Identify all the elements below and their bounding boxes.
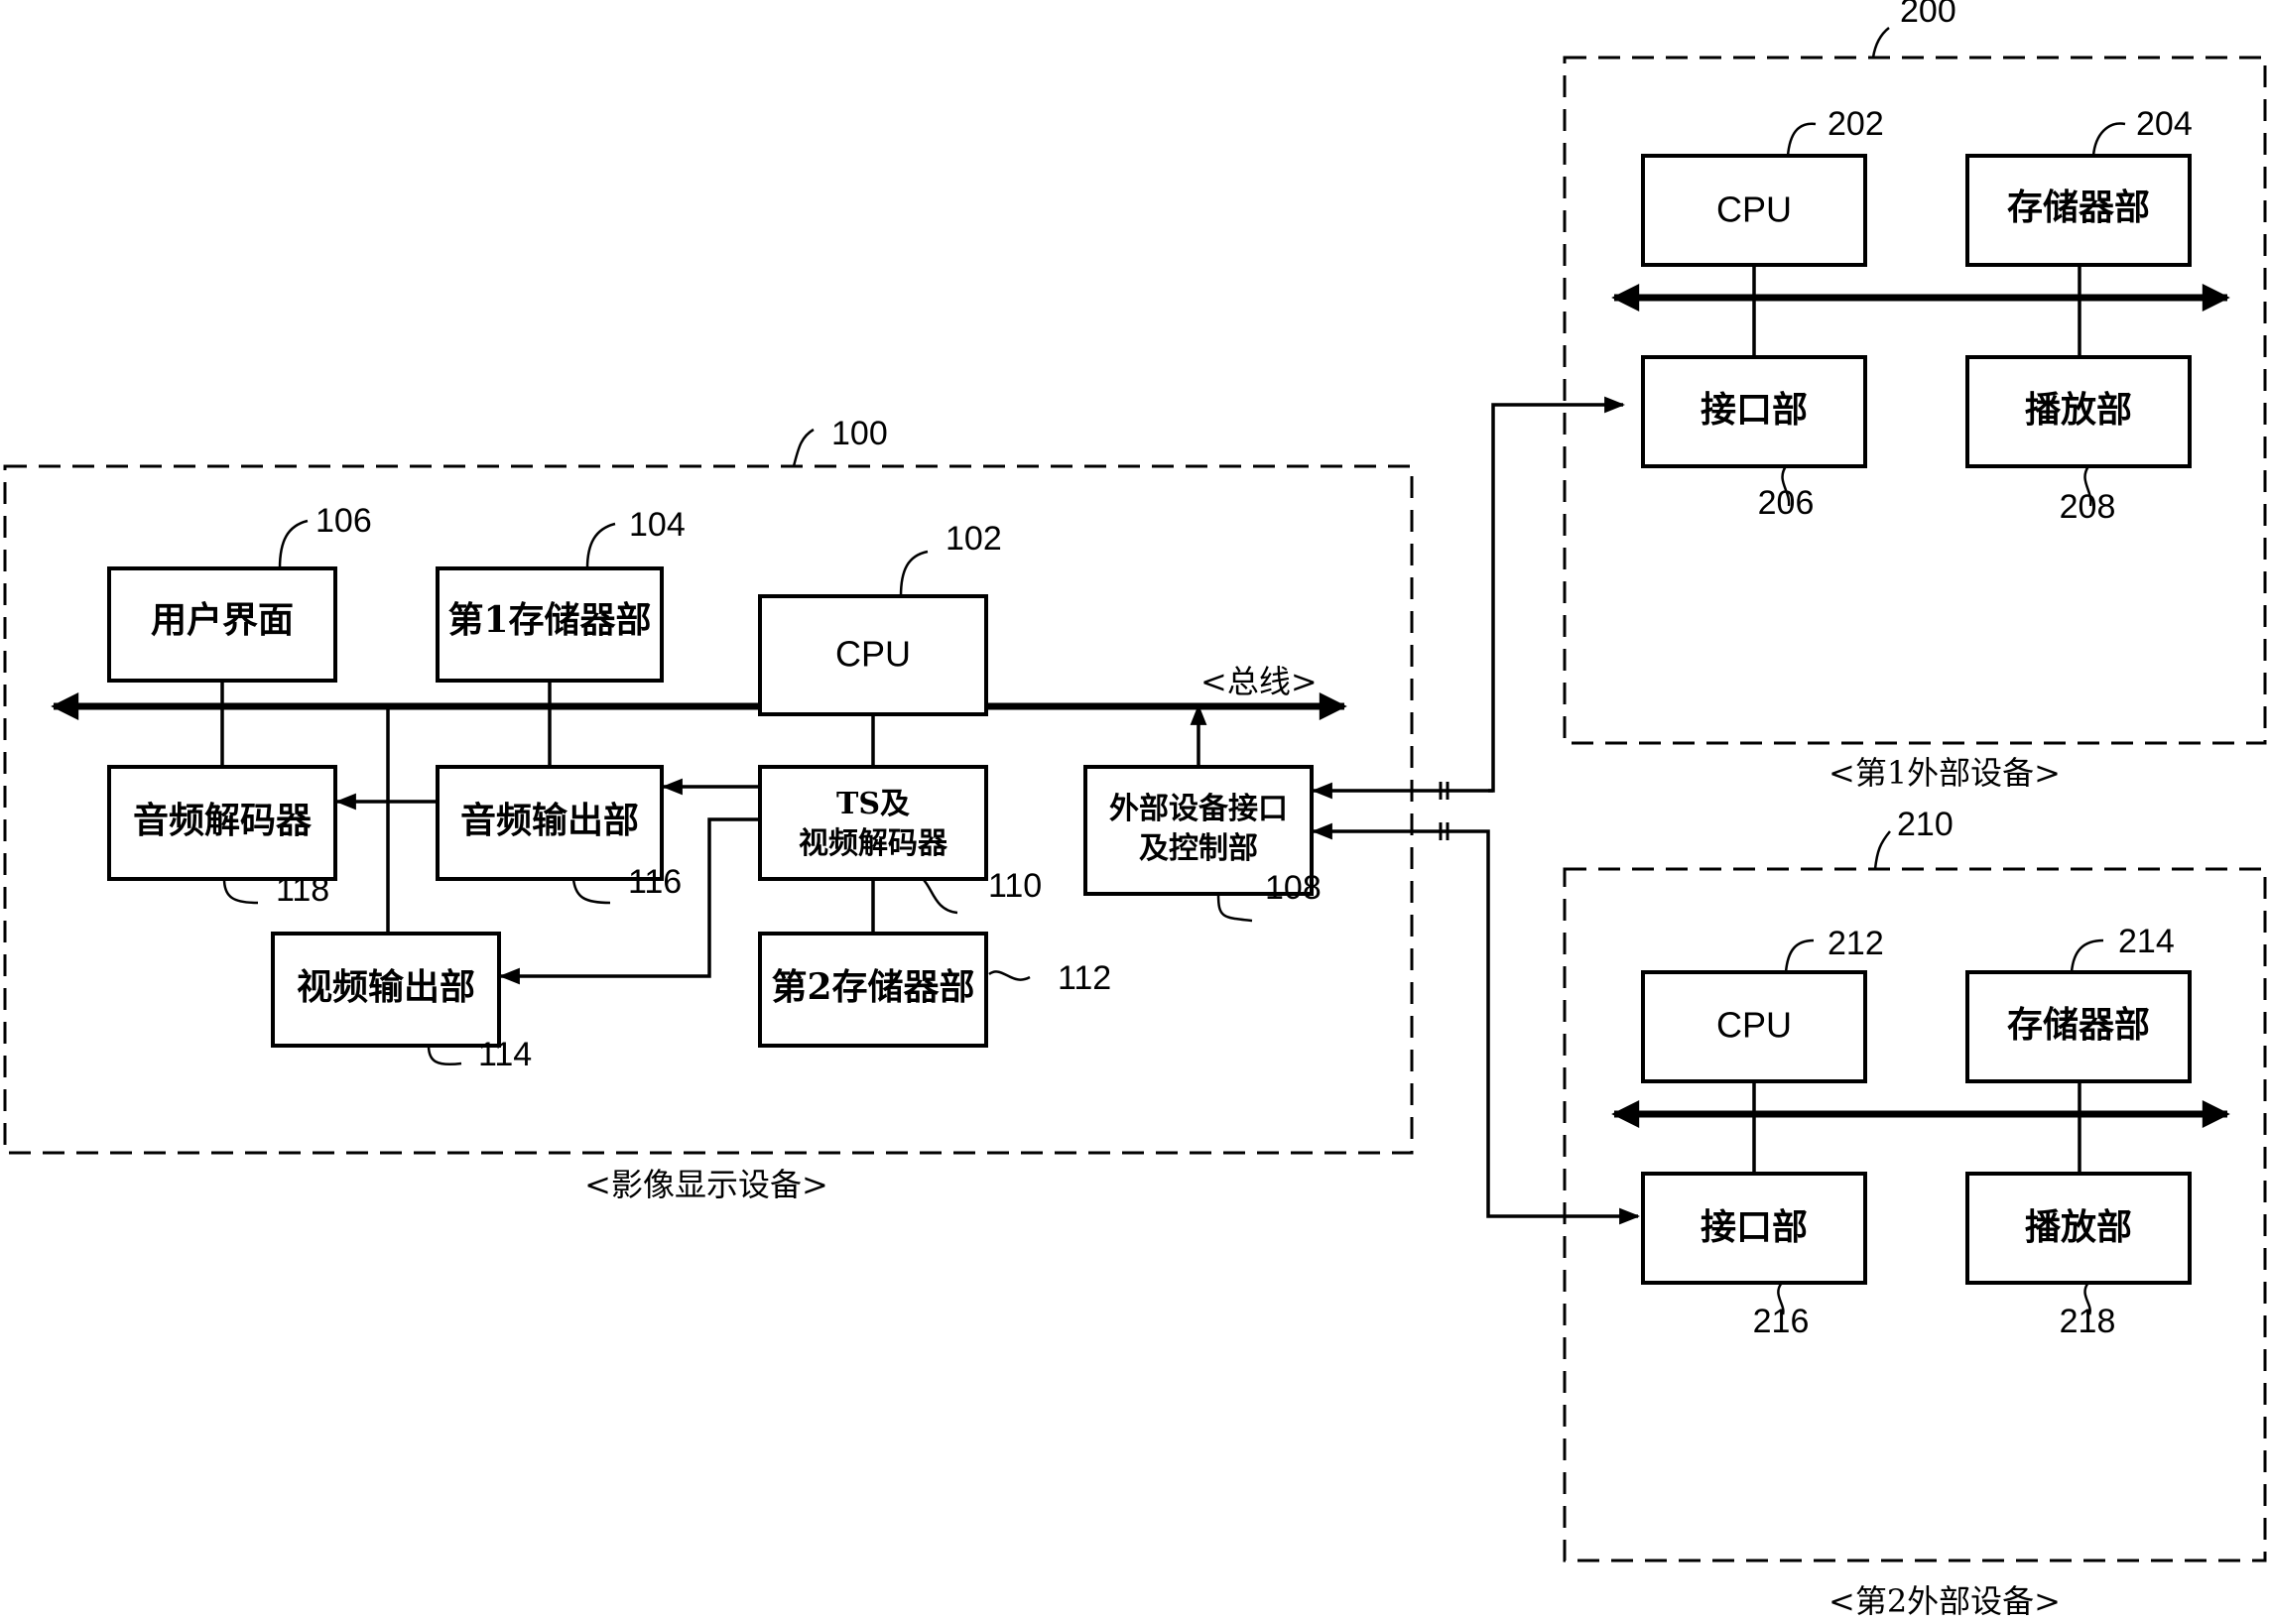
ref-212: 212 xyxy=(1828,925,1884,962)
external-device-1-caption: <第1外部设备> xyxy=(1828,754,2061,792)
ref-leader xyxy=(585,522,616,569)
ext2-storage-label: 存储器部 xyxy=(2007,1004,2150,1046)
ref-leader xyxy=(427,1045,462,1065)
ref-112: 112 xyxy=(1058,959,1111,997)
ref-leader xyxy=(278,519,309,569)
ext1-storage-label: 存储器部 xyxy=(2007,187,2150,228)
ext1-interface-label: 接口部 xyxy=(1701,389,1808,431)
ref-210: 210 xyxy=(1897,806,1954,843)
ref-leader xyxy=(1873,830,1891,870)
external-device-2-caption: <第2外部设备> xyxy=(1828,1582,2061,1620)
cpu-label: CPU xyxy=(835,634,911,675)
bus-label: <总线> xyxy=(1200,663,1318,700)
ts-video-decoder-label-line1: TS及 xyxy=(836,787,910,821)
ts-video-decoder-label-line2: 视频解码器 xyxy=(799,826,948,861)
ref-216: 216 xyxy=(1753,1303,1810,1340)
ref-leader xyxy=(792,428,815,467)
ref-leader xyxy=(222,878,259,905)
external-device-2: 210 CPU 212 存储器部 214 接口部 216 播放部 218 <第2… xyxy=(1563,806,2267,1620)
main-device-caption: <影像显示设备> xyxy=(584,1166,828,1203)
ref-200: 200 xyxy=(1900,0,1956,30)
ts-video-decoder-block xyxy=(758,765,988,881)
ref-116: 116 xyxy=(628,863,682,901)
ext-interface-label-line2: 及控制部 xyxy=(1139,831,1258,866)
ref-leader xyxy=(1871,27,1890,59)
ref-102: 102 xyxy=(945,520,1002,558)
ref-110: 110 xyxy=(988,867,1042,905)
ref-leader xyxy=(1786,122,1817,157)
ext1-bus-connections xyxy=(1752,265,2081,357)
ref-208: 208 xyxy=(2060,488,2116,526)
user-interface-label: 用户界面 xyxy=(151,599,294,641)
ref-leader xyxy=(988,970,1031,981)
ref-214: 214 xyxy=(2118,923,2175,960)
block-diagram: 100 <总线> 用户界面 106 第1存储器部 104 CPU 102 音频解… xyxy=(3,0,2267,1620)
external-device-1: 200 CPU 202 存储器部 204 接口部 206 播放部 208 <第1… xyxy=(1563,0,2267,792)
ext-interface-label-line1: 外部设备接口 xyxy=(1109,792,1288,826)
ref-206: 206 xyxy=(1758,484,1815,522)
ref-118: 118 xyxy=(276,871,329,909)
audio-output-label: 音频输出部 xyxy=(460,800,639,841)
ref-leader xyxy=(1784,938,1815,973)
ref-100: 100 xyxy=(831,415,888,452)
ref-204: 204 xyxy=(2136,105,2193,143)
ref-202: 202 xyxy=(1828,105,1884,143)
ref-leader xyxy=(571,878,611,905)
ref-106: 106 xyxy=(315,502,372,540)
ext2-cpu-label: CPU xyxy=(1716,1005,1792,1046)
ref-114: 114 xyxy=(478,1036,532,1073)
ext2-interface-label: 接口部 xyxy=(1701,1206,1808,1248)
main-device: 100 <总线> 用户界面 106 第1存储器部 104 CPU 102 音频解… xyxy=(3,396,1641,1225)
ref-108: 108 xyxy=(1265,869,1322,907)
ext2-player-label: 播放部 xyxy=(2025,1206,2132,1248)
ref-leader xyxy=(2091,122,2126,157)
ext1-player-label: 播放部 xyxy=(2025,389,2132,431)
first-storage-label: 第1存储器部 xyxy=(447,599,651,641)
ref-218: 218 xyxy=(2060,1303,2116,1340)
second-storage-label: 第2存储器部 xyxy=(771,966,974,1008)
video-output-label: 视频输出部 xyxy=(297,966,475,1008)
ref-leader xyxy=(2070,938,2104,973)
ref-104: 104 xyxy=(629,506,686,544)
ext2-bus-connections xyxy=(1752,1081,2081,1174)
ref-leader xyxy=(899,550,929,597)
audio-decoder-label: 音频解码器 xyxy=(133,800,313,841)
ext1-cpu-label: CPU xyxy=(1716,189,1792,230)
ref-leader xyxy=(922,878,958,915)
ref-leader xyxy=(1216,893,1253,923)
